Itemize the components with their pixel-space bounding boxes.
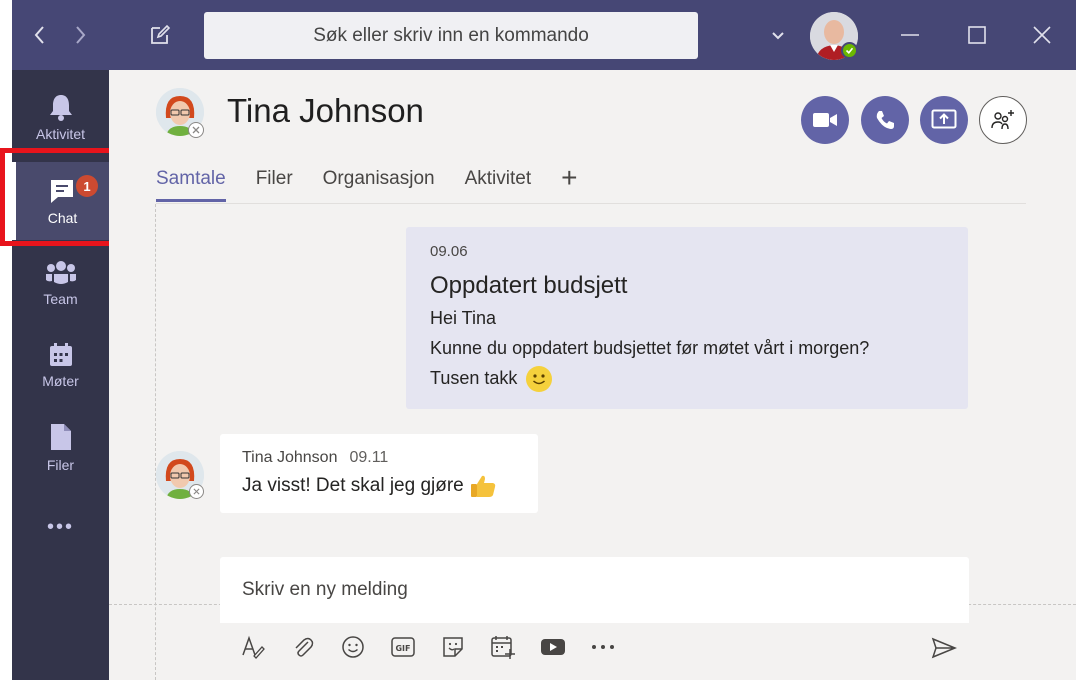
message-subject: Oppdatert budsjett <box>430 272 628 299</box>
message-time: 09.06 <box>430 243 468 260</box>
rail-item-chat[interactable]: Chat 1 <box>12 162 109 240</box>
message-line: Kunne du oppdatert budsjettet før møtet … <box>430 338 870 358</box>
rail-item-files[interactable]: Filer <box>12 408 109 486</box>
new-chat-button[interactable] <box>148 22 172 48</box>
message-thread-guide <box>155 204 156 680</box>
emoji-icon <box>342 636 364 658</box>
add-people-button[interactable] <box>979 96 1027 144</box>
rail-item-teams[interactable]: Team <box>12 244 109 322</box>
send-button[interactable] <box>929 633 959 663</box>
share-screen-button[interactable] <box>920 96 968 144</box>
more-icon: ••• <box>46 515 74 538</box>
rail-label-activity: Aktivitet <box>35 125 85 142</box>
audio-call-button[interactable] <box>861 96 909 144</box>
thumbs-up-emoji-icon <box>471 475 496 497</box>
message-time: 09.11 <box>349 449 389 466</box>
message-text: Ja visst! Det skal jeg gjøre <box>242 475 464 497</box>
chevron-down-icon <box>772 32 784 40</box>
unread-badge: 1 <box>76 175 98 197</box>
new-chat-icon <box>151 24 171 44</box>
sticker-icon <box>443 637 463 657</box>
gif-button[interactable]: GIF <box>389 633 417 661</box>
message-line: Hei Tina <box>430 308 497 328</box>
contact-name: Tina Johnson <box>227 92 424 129</box>
video-play-icon <box>541 639 565 655</box>
format-button[interactable] <box>239 633 267 661</box>
video-camera-icon <box>813 113 837 127</box>
chat-pane: Tina Johnson Samtale Filer Organisasjon … <box>109 70 1076 680</box>
minimize-icon <box>901 34 919 36</box>
sticker-button[interactable] <box>439 633 467 661</box>
message-line-last: Tusen takk <box>430 366 944 393</box>
close-button[interactable] <box>1030 22 1054 48</box>
stream-button[interactable] <box>539 633 567 661</box>
svg-text:GIF: GIF <box>395 644 410 653</box>
available-status-icon <box>841 42 858 59</box>
compose-input[interactable]: Skriv en ny melding <box>220 557 969 623</box>
tab-conversation[interactable]: Samtale <box>156 168 226 202</box>
emoji-button[interactable] <box>339 633 367 661</box>
minimize-button[interactable] <box>898 22 922 48</box>
rail-label-chat: Chat <box>47 209 78 226</box>
rail-label-meetings: Møter <box>42 372 79 389</box>
video-call-button[interactable] <box>801 96 849 144</box>
bell-icon <box>49 94 72 121</box>
rail-item-meetings[interactable]: Møter <box>12 326 109 404</box>
chevron-right-icon <box>76 26 86 44</box>
chat-icon <box>50 179 73 203</box>
more-apps-button[interactable]: ••• <box>12 488 109 566</box>
maximize-icon <box>968 26 986 44</box>
profile-dropdown-button[interactable] <box>766 22 790 48</box>
close-icon <box>1033 26 1051 44</box>
message-line-text: Tusen takk <box>430 368 518 388</box>
smiley-emoji-icon <box>526 366 553 393</box>
format-icon <box>242 635 265 659</box>
rail-label-files: Filer <box>46 456 75 473</box>
add-tab-button[interactable]: + <box>561 164 577 202</box>
sent-message[interactable]: 09.06 Oppdatert budsjett Hei Tina Kunne … <box>406 227 968 409</box>
attach-button[interactable] <box>289 633 317 661</box>
chevron-left-icon <box>34 26 44 44</box>
share-screen-icon <box>931 109 957 129</box>
more-horizontal-icon <box>592 645 614 649</box>
conversation-tabs: Samtale Filer Organisasjon Aktivitet + <box>156 164 578 202</box>
tab-activity[interactable]: Aktivitet <box>465 168 532 202</box>
tab-organization[interactable]: Organisasjon <box>323 168 435 202</box>
forward-button[interactable] <box>68 22 92 48</box>
file-icon <box>50 423 71 450</box>
message-body: Ja visst! Det skal jeg gjøre <box>242 473 516 499</box>
teams-icon <box>45 260 76 284</box>
tabs-divider <box>156 203 1026 204</box>
message-author: Tina Johnson <box>242 449 338 466</box>
add-people-icon <box>991 110 1014 130</box>
message-meta: Tina Johnson 09.11 <box>242 449 516 467</box>
rail-item-activity[interactable]: Aktivitet <box>12 78 109 156</box>
tab-files[interactable]: Filer <box>256 168 293 202</box>
title-bar: Søk eller skriv inn en kommando <box>12 0 1076 70</box>
phone-icon <box>876 111 894 129</box>
gif-icon: GIF <box>391 637 415 657</box>
back-button[interactable] <box>28 22 52 48</box>
paperclip-icon <box>295 637 314 657</box>
rail-label-teams: Team <box>43 290 78 307</box>
maximize-button[interactable] <box>965 22 989 48</box>
calendar-icon <box>49 342 72 366</box>
compose-toolbar: GIF <box>239 630 617 664</box>
more-options-button[interactable] <box>589 633 617 661</box>
calendar-add-icon <box>491 636 515 659</box>
app-bar: Aktivitet Chat 1 Team Møter Filer ••• <box>12 70 109 680</box>
offline-status-icon <box>188 122 204 138</box>
offline-status-icon <box>189 484 204 499</box>
search-input[interactable]: Søk eller skriv inn en kommando <box>204 12 698 59</box>
schedule-meeting-button[interactable] <box>489 633 517 661</box>
received-message[interactable]: Tina Johnson 09.11 Ja visst! Det skal jeg… <box>220 434 538 513</box>
send-icon <box>931 637 957 659</box>
